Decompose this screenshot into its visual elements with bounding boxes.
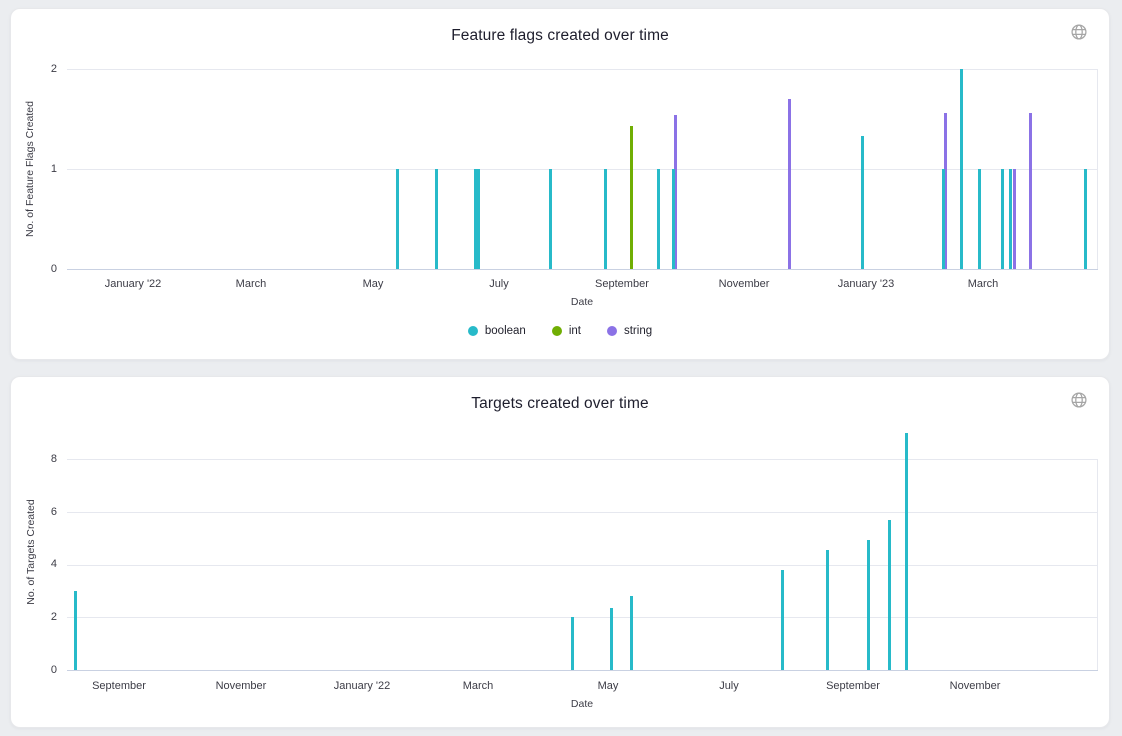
targets-chart-card: Targets created over time 02468September… (10, 376, 1110, 728)
x-tick-label: January '22 (302, 680, 422, 693)
bar-boolean[interactable] (942, 169, 945, 269)
x-tick-label: November (915, 680, 1035, 693)
gridline (67, 565, 1097, 566)
bar-targets[interactable] (905, 433, 908, 670)
bar-targets[interactable] (826, 550, 829, 670)
y-tick-label: 2 (11, 63, 57, 76)
targets-plot-area: 02468SeptemberNovemberJanuary '22MarchMa… (11, 377, 1109, 727)
boolean-series-marker-icon (468, 326, 478, 336)
bar-int[interactable] (630, 126, 633, 269)
feature-flags-chart-card: Feature flags created over time 012Janua… (10, 8, 1110, 360)
bar-boolean[interactable] (435, 169, 438, 269)
gridline (67, 459, 1097, 460)
bar-boolean[interactable] (1084, 169, 1087, 269)
y-tick-label: 0 (11, 664, 57, 677)
bar-targets[interactable] (610, 608, 613, 670)
bar-boolean[interactable] (672, 169, 675, 269)
bar-boolean[interactable] (1009, 169, 1012, 269)
plot-right-border (1097, 459, 1098, 670)
bar-boolean[interactable] (477, 169, 480, 269)
x-tick-label: July (439, 278, 559, 291)
legend-label: boolean (485, 325, 526, 337)
bar-boolean[interactable] (960, 69, 963, 269)
y-tick-label: 0 (11, 263, 57, 276)
bar-string[interactable] (1029, 113, 1032, 269)
plot-right-border (1097, 69, 1098, 269)
x-axis-title: Date (67, 296, 1097, 308)
legend-item-string[interactable]: string (607, 325, 652, 337)
x-axis-title: Date (67, 698, 1097, 710)
y-tick-label: 2 (11, 611, 57, 624)
feature-flags-plot-area: 012January '22MarchMayJulySeptemberNovem… (11, 9, 1109, 359)
x-tick-label: September (562, 278, 682, 291)
bar-boolean[interactable] (604, 169, 607, 269)
bar-boolean[interactable] (549, 169, 552, 269)
legend-item-int[interactable]: int (552, 325, 581, 337)
x-tick-label: September (59, 680, 179, 693)
bar-string[interactable] (1013, 169, 1016, 269)
y-axis-title: No. of Feature Flags Created (24, 101, 36, 237)
x-tick-label: January '23 (806, 278, 926, 291)
x-axis-line (67, 269, 1098, 270)
gridline (67, 512, 1097, 513)
bar-boolean[interactable] (396, 169, 399, 269)
x-tick-label: May (548, 680, 668, 693)
gridline (67, 617, 1097, 618)
x-tick-label: July (669, 680, 789, 693)
bar-boolean[interactable] (657, 169, 660, 269)
x-tick-label: March (923, 278, 1043, 291)
bar-boolean[interactable] (861, 136, 864, 269)
legend-label: int (569, 325, 581, 337)
x-tick-label: March (191, 278, 311, 291)
bar-targets[interactable] (781, 570, 784, 670)
x-tick-label: March (418, 680, 538, 693)
bar-boolean[interactable] (1001, 169, 1004, 269)
bar-boolean[interactable] (978, 169, 981, 269)
x-axis-line (67, 670, 1098, 671)
gridline (67, 69, 1097, 70)
bar-targets[interactable] (888, 520, 891, 670)
bar-targets[interactable] (74, 591, 77, 670)
string-series-marker-icon (607, 326, 617, 336)
x-tick-label: November (684, 278, 804, 291)
legend-label: string (624, 325, 652, 337)
analytics-page: { "ui": { "card_action_icon": "globe-ico… (0, 0, 1122, 736)
int-series-marker-icon (552, 326, 562, 336)
x-tick-label: May (313, 278, 433, 291)
x-tick-label: September (793, 680, 913, 693)
y-axis-title: No. of Targets Created (25, 499, 37, 604)
bar-targets[interactable] (630, 596, 633, 670)
bar-targets[interactable] (571, 617, 574, 670)
bar-targets[interactable] (867, 540, 870, 670)
x-tick-label: November (181, 680, 301, 693)
x-tick-label: January '22 (73, 278, 193, 291)
feature-flags-legend: boolean int string (11, 325, 1109, 337)
legend-item-boolean[interactable]: boolean (468, 325, 526, 337)
y-tick-label: 8 (11, 453, 57, 466)
bar-string[interactable] (788, 99, 791, 269)
